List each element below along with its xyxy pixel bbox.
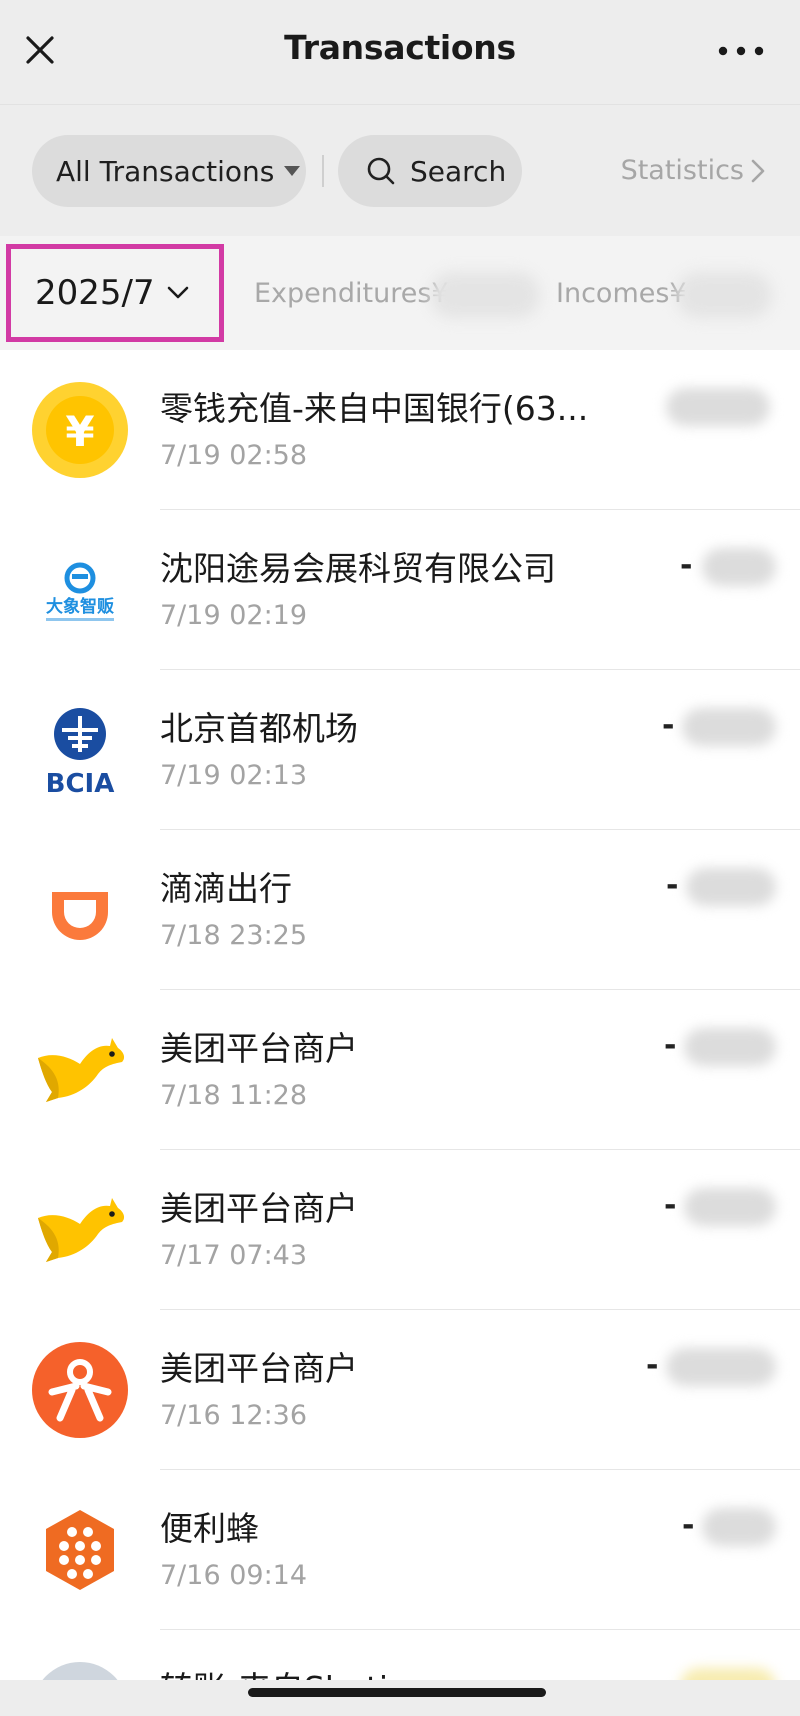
amount-sign: - xyxy=(664,1028,677,1063)
month-selector[interactable]: 2025/7 xyxy=(6,244,224,342)
transaction-row[interactable]: 滴滴出行 7/18 23:25 - xyxy=(0,830,800,990)
amount-redacted xyxy=(702,1508,776,1546)
meituan-kangaroo-icon xyxy=(32,1182,128,1278)
transaction-row[interactable]: 大象智贩 沈阳途易会展科贸有限公司 7/19 02:19 - xyxy=(0,510,800,670)
month-label: 2025/7 xyxy=(35,273,155,313)
transaction-amount: - xyxy=(680,544,776,592)
meituan-kangaroo-icon xyxy=(32,1022,128,1118)
transaction-row[interactable]: 美团平台商户 7/16 12:36 - xyxy=(0,1310,800,1470)
transaction-time: 7/19 02:19 xyxy=(160,600,308,631)
transaction-name: 便利蜂 xyxy=(160,1509,259,1548)
transaction-time: 7/19 02:13 xyxy=(160,760,308,791)
transaction-name: 美团平台商户 xyxy=(160,1029,358,1068)
amount-sign: - xyxy=(666,868,679,903)
transaction-row[interactable]: 便利蜂 7/16 09:14 - xyxy=(0,1470,800,1630)
amount-sign: - xyxy=(680,548,693,583)
dianping-icon xyxy=(32,1342,128,1438)
bcia-icon: BCIA xyxy=(32,702,128,798)
all-transactions-dropdown[interactable]: All Transactions xyxy=(32,135,306,207)
transaction-name: 美团平台商户 xyxy=(160,1189,358,1228)
transaction-row[interactable]: 美团平台商户 7/17 07:43 - xyxy=(0,1150,800,1310)
transaction-time: 7/18 11:28 xyxy=(160,1080,308,1111)
transaction-amount: - xyxy=(682,1504,776,1552)
amount-sign: - xyxy=(646,1348,659,1383)
search-button[interactable]: Search xyxy=(338,135,522,207)
search-label: Search xyxy=(410,154,507,188)
transaction-amount: - xyxy=(664,1184,776,1232)
amount-redacted xyxy=(702,548,776,586)
filter-bar: All Transactions Search Statistics xyxy=(0,104,800,236)
transaction-row[interactable]: ¥ 零钱充值-来自中国银行(63... 7/19 02:58 xyxy=(0,350,800,510)
amount-redacted xyxy=(666,388,770,426)
navigation-bar: Transactions xyxy=(0,0,800,104)
transaction-name: 沈阳途易会展科贸有限公司 xyxy=(160,549,556,588)
search-icon xyxy=(367,157,395,185)
chevron-right-icon xyxy=(751,159,765,182)
transaction-amount xyxy=(660,384,770,432)
amount-sign: - xyxy=(682,1508,695,1543)
amount-redacted xyxy=(684,1188,776,1226)
transaction-amount: - xyxy=(666,864,776,912)
elephant-vending-icon: 大象智贩 xyxy=(32,542,128,638)
bianlifeng-icon xyxy=(32,1502,128,1598)
svg-text:BCIA: BCIA xyxy=(46,769,115,798)
amount-redacted xyxy=(680,1668,776,1680)
amount-sign: - xyxy=(664,1188,677,1223)
transaction-amount: - xyxy=(646,1344,776,1392)
transaction-name: 滴滴出行 xyxy=(160,869,292,908)
statistics-label: Statistics xyxy=(620,155,744,186)
expenditures-amount-redacted xyxy=(430,272,540,318)
didi-icon xyxy=(32,862,128,958)
yuan-coin-icon: ¥ xyxy=(32,382,128,478)
amount-redacted xyxy=(666,1348,776,1386)
transaction-name: 转账-来自Shatie xyxy=(160,1662,408,1680)
statistics-link[interactable]: Statistics xyxy=(621,155,766,186)
avatar-icon xyxy=(42,1662,118,1680)
page-title: Transactions xyxy=(284,28,516,67)
transaction-amount xyxy=(666,1664,776,1680)
chevron-down-icon xyxy=(167,286,188,299)
amount-redacted xyxy=(686,868,776,906)
more-options-icon[interactable] xyxy=(716,38,766,64)
transaction-list: ¥ 零钱充值-来自中国银行(63... 7/19 02:58 大象智贩 沈阳途易… xyxy=(0,350,800,1680)
expenditures-label: Expenditures¥ xyxy=(254,278,449,309)
transaction-amount: - xyxy=(664,1024,776,1072)
transaction-time: 7/17 07:43 xyxy=(160,1240,308,1271)
transaction-name: 北京首都机场 xyxy=(160,709,358,748)
incomes-amount-redacted xyxy=(676,272,772,318)
all-transactions-label: All Transactions xyxy=(56,154,275,188)
transaction-row[interactable]: 美团平台商户 7/18 11:28 - xyxy=(0,990,800,1150)
transaction-time: 7/19 02:58 xyxy=(160,440,308,471)
home-bar xyxy=(0,1680,800,1716)
amount-redacted xyxy=(682,708,776,746)
svg-text:大象智贩: 大象智贩 xyxy=(46,596,114,617)
divider xyxy=(322,155,324,187)
incomes-label: Incomes¥ xyxy=(556,278,687,309)
transaction-name: 零钱充值-来自中国银行(63... xyxy=(160,389,589,428)
amount-sign: - xyxy=(662,708,675,743)
caret-down-icon xyxy=(284,166,301,176)
home-indicator[interactable] xyxy=(248,1688,546,1697)
amount-redacted xyxy=(684,1028,776,1066)
transaction-time: 7/18 23:25 xyxy=(160,920,308,951)
transaction-row[interactable]: BCIA 北京首都机场 7/19 02:13 - xyxy=(0,670,800,830)
transaction-time: 7/16 12:36 xyxy=(160,1400,308,1431)
transaction-name: 美团平台商户 xyxy=(160,1349,358,1388)
month-summary: 2025/7 Expenditures¥ Incomes¥ xyxy=(0,236,800,350)
svg-text:¥: ¥ xyxy=(65,407,94,456)
transaction-amount: - xyxy=(662,704,776,752)
transaction-time: 7/16 09:14 xyxy=(160,1560,308,1591)
transaction-row[interactable]: 转账-来自Shatie xyxy=(0,1630,800,1680)
